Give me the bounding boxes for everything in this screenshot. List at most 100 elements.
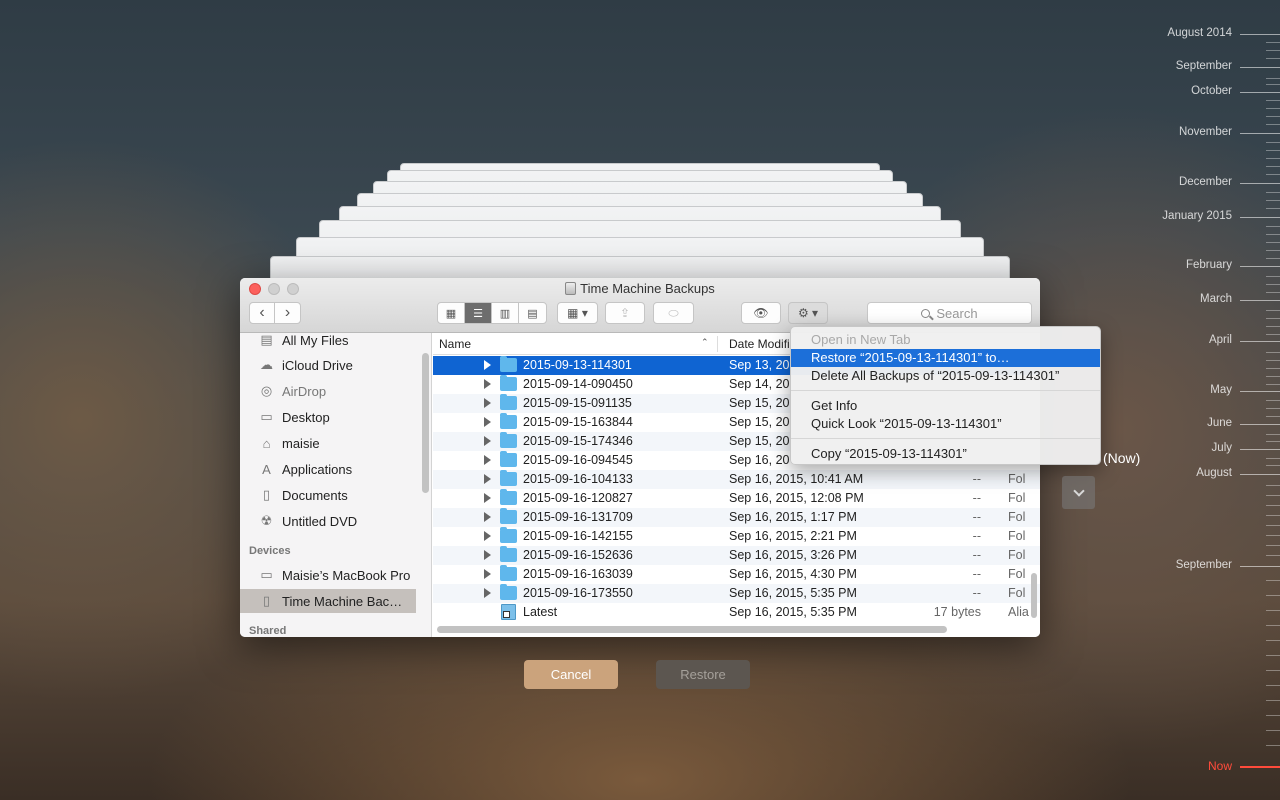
timeline-label[interactable]: November	[1179, 126, 1232, 138]
share-icon: ⇪	[619, 306, 631, 320]
disclosure-triangle-icon[interactable]	[484, 569, 491, 579]
timeline-label[interactable]: July	[1212, 442, 1232, 454]
menu-item-restore[interactable]: Restore “2015-09-13-114301” to…	[791, 349, 1100, 367]
gear-icon: ⚙ ▾	[797, 306, 819, 320]
sidebar-item-icloud-drive[interactable]: ☁ iCloud Drive	[240, 353, 431, 377]
column-header-name[interactable]: Name	[439, 337, 471, 351]
sidebar-item-label: maisie	[282, 435, 320, 451]
tags-button[interactable]: ⬭	[653, 302, 694, 324]
timeline-label[interactable]: May	[1210, 384, 1232, 396]
disclosure-triangle-icon[interactable]	[484, 588, 491, 598]
next-backup-button[interactable]	[1062, 476, 1095, 509]
timeline-tick	[1266, 158, 1280, 159]
timeline-tick	[1266, 670, 1280, 671]
table-row[interactable]: 2015-09-16-152636 Sep 16, 2015, 3:26 PM --…	[433, 546, 1040, 565]
table-row[interactable]: 2015-09-16-142155 Sep 16, 2015, 2:21 PM --…	[433, 527, 1040, 546]
disclosure-triangle-icon[interactable]	[484, 493, 491, 503]
forward-button[interactable]: ›	[275, 303, 300, 323]
disclosure-triangle-icon[interactable]	[484, 512, 491, 522]
menu-item-open-in-new-tab: Open in New Tab	[811, 332, 911, 347]
timeline-tick	[1266, 416, 1280, 417]
menu-item-copy[interactable]: Copy “2015-09-13-114301”	[791, 445, 1100, 463]
disclosure-triangle-icon[interactable]	[484, 379, 491, 389]
sidebar-scrollbar[interactable]	[422, 353, 429, 493]
table-row[interactable]: 2015-09-16-131709 Sep 16, 2015, 1:17 PM --…	[433, 508, 1040, 527]
timeline-label[interactable]: August 2014	[1167, 27, 1232, 39]
timeline-label[interactable]: June	[1207, 417, 1232, 429]
timeline-now-label[interactable]: Now	[1208, 759, 1232, 773]
sidebar-item-applications[interactable]: A Applications	[240, 457, 431, 481]
drive-icon	[565, 282, 577, 295]
sidebar-item-maisie[interactable]: ⌂ maisie	[240, 431, 431, 455]
icon-view-button[interactable]: ▦	[438, 303, 465, 323]
timeline-tick	[1266, 166, 1280, 167]
disclosure-triangle-icon[interactable]	[484, 360, 491, 370]
timeline-tick	[1266, 485, 1280, 486]
action-button[interactable]: ⚙ ▾	[788, 302, 828, 324]
sidebar-item-time-machine-backups[interactable]: ▯ Time Machine Bac…	[240, 589, 416, 613]
share-button[interactable]: ⇪	[605, 302, 645, 324]
restore-button[interactable]: Restore	[656, 660, 750, 689]
sidebar-section-devices: Devices	[249, 545, 291, 557]
timeline-label[interactable]: December	[1179, 176, 1232, 188]
timeline-label[interactable]: March	[1200, 293, 1232, 305]
vertical-scrollbar[interactable]	[1031, 573, 1037, 618]
timeline-label[interactable]: August	[1196, 467, 1232, 479]
timeline-label[interactable]: October	[1191, 85, 1232, 97]
list-view-button[interactable]: ☰	[465, 303, 492, 323]
sidebar-item-desktop[interactable]: ▭ Desktop	[240, 405, 431, 429]
table-row[interactable]: 2015-09-16-163039 Sep 16, 2015, 4:30 PM --…	[433, 565, 1040, 584]
disclosure-triangle-icon[interactable]	[484, 455, 491, 465]
disclosure-triangle-icon[interactable]	[484, 417, 491, 427]
menu-item-get-info[interactable]: Get Info	[791, 397, 1100, 415]
folder-icon	[500, 413, 517, 429]
timeline-tick	[1266, 655, 1280, 656]
column-view-button[interactable]: ▥	[492, 303, 519, 323]
timeline-label[interactable]: April	[1209, 334, 1232, 346]
alias-folder-icon	[501, 604, 516, 620]
timeline-month-tick	[1240, 217, 1280, 218]
search-field[interactable]: Search	[867, 302, 1032, 324]
timeline-tick	[1266, 100, 1280, 101]
timeline-tick	[1266, 525, 1280, 526]
disclosure-triangle-icon[interactable]	[484, 550, 491, 560]
disclosure-triangle-icon[interactable]	[484, 474, 491, 484]
sidebar-item-documents[interactable]: ▯ Documents	[240, 483, 431, 507]
timeline-label[interactable]: September	[1176, 559, 1232, 571]
table-row[interactable]: 2015-09-16-173550 Sep 16, 2015, 5:35 PM --…	[433, 584, 1040, 603]
column-divider[interactable]	[717, 336, 718, 352]
arrange-button[interactable]: ▦ ▾	[557, 302, 598, 324]
search-icon	[921, 308, 931, 318]
menu-item-delete-all-backups[interactable]: Delete All Backups of “2015-09-13-114301…	[791, 367, 1100, 385]
timeline-tick	[1266, 640, 1280, 641]
disclosure-triangle-icon[interactable]	[484, 531, 491, 541]
back-button[interactable]: ‹	[250, 303, 275, 323]
timeline-label[interactable]: February	[1186, 259, 1232, 271]
timeline-tick	[1266, 610, 1280, 611]
cancel-button[interactable]: Cancel	[524, 660, 618, 689]
sidebar-item-label: iCloud Drive	[282, 357, 353, 373]
disclosure-triangle-icon[interactable]	[484, 436, 491, 446]
timeline-tick	[1266, 535, 1280, 536]
timeline-tick	[1266, 150, 1280, 151]
sidebar-item-all-my-files[interactable]: ▤ All My Files	[240, 333, 431, 352]
timeline-label[interactable]: September	[1176, 60, 1232, 72]
menu-item-quick-look[interactable]: Quick Look “2015-09-13-114301”	[791, 415, 1100, 433]
horizontal-scrollbar[interactable]	[437, 626, 947, 633]
timeline[interactable]	[1240, 0, 1280, 800]
table-row[interactable]: Latest Sep 16, 2015, 5:35 PM 17 bytes Alia	[433, 603, 1040, 622]
sidebar-item-macbook-pro[interactable]: ▭ Maisie’s MacBook Pro	[240, 563, 431, 587]
folder-icon	[500, 394, 517, 410]
disclosure-triangle-icon[interactable]	[484, 398, 491, 408]
table-row[interactable]: 2015-09-16-104133 Sep 16, 2015, 10:41 AM -…	[433, 470, 1040, 489]
coverflow-view-button[interactable]: ▤	[519, 303, 546, 323]
folder-icon	[500, 584, 517, 600]
column-header-date-modified[interactable]: Date Modifi	[729, 337, 790, 351]
sidebar-item-untitled-dvd[interactable]: ☢ Untitled DVD	[240, 509, 431, 533]
timeline-label[interactable]: January 2015	[1162, 210, 1232, 222]
folder-icon	[500, 546, 517, 562]
sidebar-item-airdrop[interactable]: ◎ AirDrop	[240, 379, 431, 403]
table-row[interactable]: 2015-09-16-120827 Sep 16, 2015, 12:08 PM -…	[433, 489, 1040, 508]
timeline-tick	[1266, 368, 1280, 369]
quick-look-button[interactable]: 👁	[741, 302, 781, 324]
